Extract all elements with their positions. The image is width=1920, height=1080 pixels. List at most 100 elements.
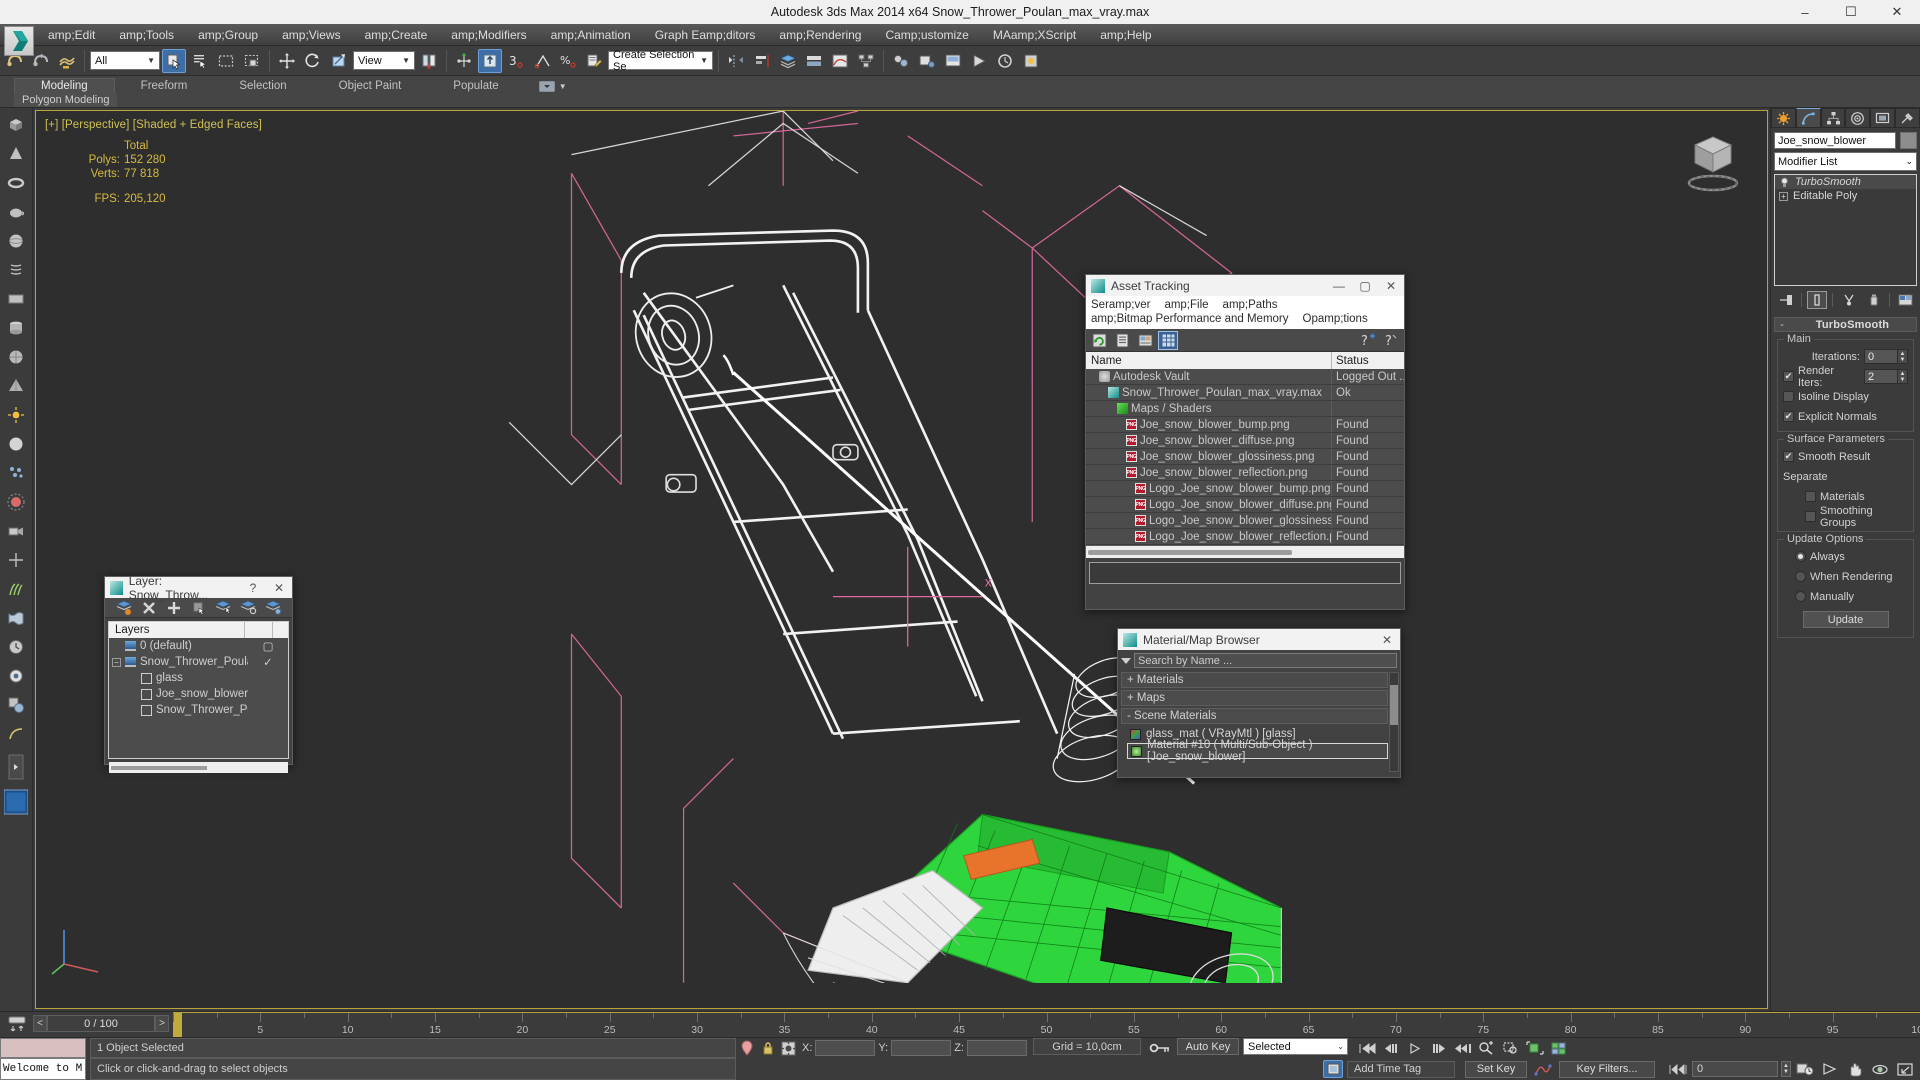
menu-item-5[interactable]: amp;Modifiers (439, 26, 538, 44)
cylinder-primitive-icon[interactable] (4, 316, 28, 340)
list-item[interactable]: − Snow_Thrower_Poulan ✓ (109, 654, 288, 670)
remove-modifier-icon[interactable] (1864, 291, 1884, 309)
ribbon-tab-populate[interactable]: Populate (427, 79, 524, 93)
collapse-icon[interactable]: − (112, 657, 121, 667)
view-cube[interactable] (1675, 129, 1743, 197)
spinner-arrows-icon[interactable]: ▲ ▼ (1898, 369, 1908, 384)
perspective-viewport[interactable]: x [+] [Perspective] [Shaded + Edged Face… (35, 110, 1768, 1009)
matmap-vertical-scrollbar[interactable] (1389, 672, 1399, 772)
key-step-icon[interactable] (1667, 1060, 1689, 1079)
maximize-viewport-toggle-icon[interactable] (1894, 1060, 1916, 1079)
menu-item-6[interactable]: amp;Animation (539, 26, 643, 44)
always-radio[interactable] (1795, 551, 1806, 562)
menu-item-7[interactable]: Graph Eamp;ditors (643, 26, 768, 44)
menu-item-3[interactable]: amp;Views (270, 26, 352, 44)
key-frame-spinner-icon[interactable]: ▲ ▼ (1781, 1061, 1791, 1077)
key-filter-scope-dropdown[interactable]: Selected ⌄ (1242, 1038, 1348, 1055)
key-mode-icon[interactable] (1147, 1038, 1173, 1058)
at-menu-options[interactable]: Opamp;tions (1303, 313, 1368, 325)
add-to-layer-icon[interactable] (165, 599, 183, 616)
material-editor-icon[interactable] (889, 49, 913, 73)
render-iters-value[interactable]: 2 (1864, 369, 1898, 384)
asset-tracking-close[interactable]: ✕ (1378, 275, 1404, 296)
menu-item-0[interactable]: amp;Edit (36, 26, 107, 44)
create-tab[interactable] (1771, 108, 1796, 128)
layers-column-header[interactable]: Layers (109, 622, 244, 638)
display-tab[interactable] (1870, 108, 1896, 128)
compound-object-icon[interactable] (4, 693, 28, 717)
prev-frame-button[interactable]: < (33, 1015, 47, 1032)
delete-layer-icon[interactable] (140, 599, 158, 616)
update-button[interactable]: Update (1802, 611, 1889, 628)
asset-tracking-horizontal-scrollbar[interactable] (1086, 545, 1404, 558)
object-color-swatch[interactable] (1900, 132, 1917, 149)
render-iterative-icon[interactable] (993, 49, 1017, 73)
ribbon-tab-freeform[interactable]: Freeform (115, 79, 214, 93)
at-menu-paths[interactable]: amp;Paths (1223, 299, 1278, 311)
modifier-list-dropdown[interactable]: Modifier List ⌄ (1774, 152, 1917, 171)
snap-toggle-icon[interactable] (478, 48, 502, 73)
menu-item-1[interactable]: amp;Tools (107, 26, 186, 44)
utilities-tab[interactable] (1895, 108, 1920, 128)
at-menu-file[interactable]: amp;File (1164, 299, 1208, 311)
play-animation-icon[interactable] (1404, 1039, 1426, 1058)
select-link-icon[interactable] (55, 49, 79, 73)
lock-selection-icon[interactable] (757, 1038, 778, 1058)
select-object-icon[interactable] (162, 48, 186, 73)
modify-tab[interactable] (1795, 108, 1821, 128)
ribbon-options-button[interactable]: ▼ (525, 81, 567, 93)
layer-dialog-close[interactable]: ✕ (266, 577, 292, 598)
list-view-icon[interactable] (1112, 331, 1132, 350)
layer-list[interactable]: Layers 0 (default) ▢ − Snow_Thrower_Poulan ✓… (108, 621, 289, 759)
expand-icon[interactable]: + (1779, 191, 1788, 201)
ribbon-tab-selection[interactable]: Selection (213, 79, 312, 93)
key-filters-button[interactable]: Key Filters... (1559, 1060, 1655, 1078)
torus-primitive-icon[interactable] (4, 171, 28, 195)
object-name-input[interactable]: Joe_snow_blower (1774, 132, 1896, 149)
manually-radio[interactable] (1795, 591, 1806, 602)
table-row[interactable]: PNG Joe_snow_blower_diffuse.png Found (1086, 433, 1404, 449)
when-rendering-row[interactable]: When Rendering (1783, 568, 1908, 585)
smooth-result-checkbox[interactable]: ✔ (1783, 451, 1794, 462)
layer-state-cell[interactable]: ✓ (248, 655, 288, 669)
menu-item-2[interactable]: amp;Group (186, 26, 270, 44)
table-row[interactable]: PNG Logo_Joe_snow_blower_diffuse.png Found (1086, 497, 1404, 513)
at-menu-bitmap-performance[interactable]: amp;Bitmap Performance and Memory (1091, 313, 1289, 325)
render-preview-thumbnail[interactable] (4, 789, 28, 815)
scrollbar-thumb[interactable] (111, 765, 208, 770)
sphere-gizmo-icon[interactable] (4, 432, 28, 456)
go-to-end-icon[interactable] (1452, 1039, 1474, 1058)
time-configuration-icon[interactable] (1794, 1060, 1816, 1079)
list-item[interactable]: Joe_snow_blower (109, 686, 288, 702)
hand-pan-icon[interactable] (1844, 1060, 1866, 1079)
zoom-region-icon[interactable] (1500, 1039, 1522, 1058)
column-status[interactable]: Status (1332, 352, 1404, 369)
zoom-extents-all-icon[interactable] (1548, 1039, 1570, 1058)
timeline-track[interactable]: 5 10 15 20 25 30 35 40 45 50 55 60 65 70 75 80 85 90 95 100 (173, 1012, 1920, 1037)
make-unique-icon[interactable] (1839, 291, 1859, 309)
turbosmooth-rollout-header[interactable]: - TurboSmooth (1774, 317, 1917, 332)
z-field[interactable] (966, 1040, 1027, 1056)
viewport-label[interactable]: [+] [Perspective] [Shaded + Edged Faces] (45, 119, 262, 131)
mirror-icon[interactable] (724, 49, 748, 73)
create-new-layer-icon[interactable] (115, 599, 133, 616)
edit-named-selection-icon[interactable] (582, 49, 606, 73)
window-crossing-toggle-icon[interactable] (240, 49, 264, 73)
set-current-layer-icon[interactable] (215, 599, 233, 616)
omni-light-icon[interactable] (4, 403, 28, 427)
asset-tracking-grid[interactable]: Name Status Autodesk Vault Logged Out ...… (1086, 352, 1404, 558)
table-row[interactable]: Autodesk Vault Logged Out ... (1086, 369, 1404, 385)
select-by-name-icon[interactable] (188, 49, 212, 73)
when-rendering-radio[interactable] (1795, 571, 1806, 582)
matmap-group-scene-materials[interactable]: - Scene Materials (1121, 708, 1388, 724)
geosphere-primitive-icon[interactable] (4, 345, 28, 369)
x-field[interactable] (815, 1040, 876, 1056)
body-object-icon[interactable] (4, 664, 28, 688)
asset-tracking-dialog[interactable]: Asset Tracking — ▢ ✕ Seramp;ver amp;File… (1085, 274, 1405, 610)
rendered-frame-window-icon[interactable] (941, 49, 965, 73)
menu-item-9[interactable]: Camp;ustomize (873, 26, 980, 44)
helix-primitive-icon[interactable] (4, 258, 28, 282)
list-item[interactable]: glass (109, 670, 288, 686)
key-frame-field[interactable]: 0 (1692, 1061, 1778, 1077)
motion-tab[interactable] (1845, 108, 1871, 128)
